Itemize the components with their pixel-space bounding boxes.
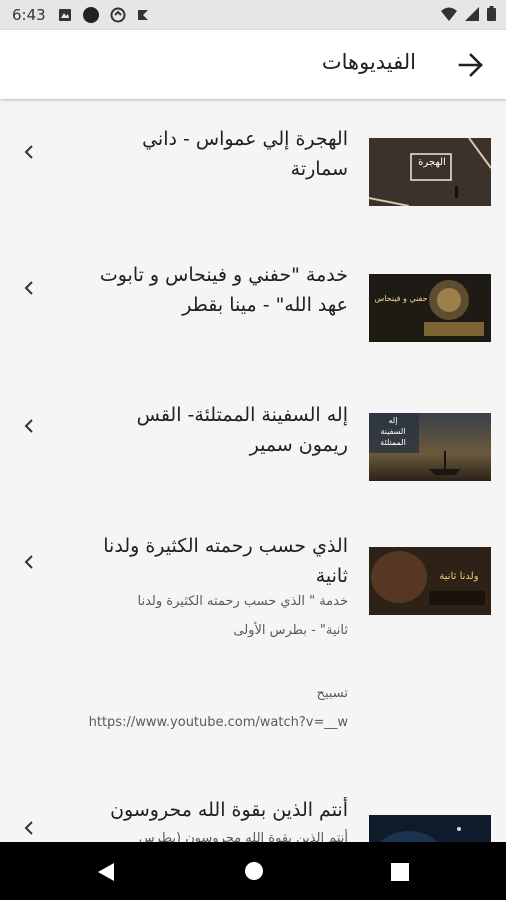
thumbnail-text: حفني و فينحاس — [374, 294, 428, 303]
video-description: خدمة " الذي حسب رحمته الكثيرة ولدنا ثاني… — [58, 587, 348, 737]
video-thumbnail[interactable]: حفني و فينحاس — [369, 274, 491, 342]
system-icons — [441, 6, 496, 21]
thumbnail-text: ولدنا ثانية — [439, 571, 479, 582]
title-line: الذي حسب رحمته الكثيرة ولدنا — [103, 535, 348, 557]
back-triangle-icon[interactable] — [97, 862, 115, 882]
wifi-icon — [441, 7, 457, 21]
sync-notification-icon — [110, 7, 126, 23]
system-navigation-bar — [0, 842, 506, 900]
chevron-left-icon[interactable] — [21, 554, 37, 570]
back-arrow-icon[interactable] — [456, 50, 486, 80]
description-line: تسبيح — [316, 686, 348, 701]
chevron-left-icon[interactable] — [21, 820, 37, 836]
notification-icons — [58, 6, 150, 24]
title-line: الهجرة إلي عمواس - داني — [142, 128, 348, 150]
title-line: ريمون سمير — [249, 434, 348, 456]
home-circle-icon[interactable] — [244, 861, 264, 881]
thumbnail-text-line: إله — [388, 416, 398, 425]
record-dot-icon — [83, 7, 99, 23]
title-line: إله السفينة الممتلئة- القس — [136, 404, 348, 426]
description-line: أنتم الذين بقوة الله محروسون (بطرس — [138, 831, 348, 842]
title-line: خدمة "حفني و فينحاس و تابوت — [99, 264, 348, 286]
app-notification-icon — [138, 10, 148, 20]
video-title: الذي حسب رحمته الكثيرة ولدنا ثانية — [58, 531, 348, 591]
app-bar: الفيديوهات — [0, 30, 506, 99]
video-title: إله السفينة الممتلئة- القس ريمون سمير — [58, 400, 348, 460]
title-line: سمارتة — [290, 158, 348, 180]
video-title: الهجرة إلي عمواس - داني سمارتة — [58, 124, 348, 184]
page-title: الفيديوهات — [321, 50, 416, 74]
video-thumbnail[interactable]: الهجرة — [369, 138, 491, 206]
thumbnail-text: الهجرة — [418, 157, 446, 168]
video-thumbnail[interactable]: إله السفينة الممتلئة — [369, 413, 491, 481]
chevron-left-icon[interactable] — [21, 418, 37, 434]
thumbnail-text-line: الممتلئة — [380, 438, 406, 447]
thumbnail-text: إله السفينة الممتلئة — [371, 415, 415, 448]
video-description: أنتم الذين بقوة الله محروسون (بطرس — [58, 824, 348, 842]
list-item[interactable]: أنتم الذين بقوة الله محروسون أنتم الذين … — [0, 794, 506, 842]
recents-square-icon[interactable] — [391, 863, 409, 881]
thumbnail-text-line: السفينة — [380, 427, 406, 436]
chevron-left-icon[interactable] — [21, 280, 37, 296]
video-thumbnail[interactable] — [369, 815, 491, 842]
description-link: https://www.youtube.com/watch?v=__w — [88, 715, 348, 730]
title-line: أنتم الذين بقوة الله محروسون — [110, 799, 348, 821]
video-list: الهجرة الهجرة إلي عمواس - داني سمارتة حف… — [0, 100, 506, 842]
list-item[interactable]: ولدنا ثانية الذي حسب رحمته الكثيرة ولدنا… — [0, 530, 506, 750]
list-item[interactable]: الهجرة الهجرة إلي عمواس - داني سمارتة — [0, 120, 506, 240]
gallery-notification-icon — [59, 9, 71, 21]
list-item[interactable]: إله السفينة الممتلئة إله السفينة الممتلئ… — [0, 396, 506, 516]
list-item[interactable]: حفني و فينحاس خدمة "حفني و فينحاس و تابو… — [0, 256, 506, 376]
video-thumbnail[interactable]: ولدنا ثانية — [369, 547, 491, 615]
video-title: أنتم الذين بقوة الله محروسون — [58, 795, 348, 825]
description-line: خدمة " الذي حسب رحمته الكثيرة ولدنا — [137, 594, 348, 609]
status-time: 6:43 — [12, 6, 46, 24]
status-bar: 6:43 — [0, 0, 506, 30]
video-title: خدمة "حفني و فينحاس و تابوت عهد الله" - … — [58, 260, 348, 320]
description-line: ثانية" - بطرس الأولى — [233, 623, 348, 638]
title-line: عهد الله" - مينا بقطر — [182, 294, 348, 316]
battery-icon — [487, 6, 496, 21]
chevron-left-icon[interactable] — [21, 144, 37, 160]
signal-icon — [465, 6, 479, 21]
